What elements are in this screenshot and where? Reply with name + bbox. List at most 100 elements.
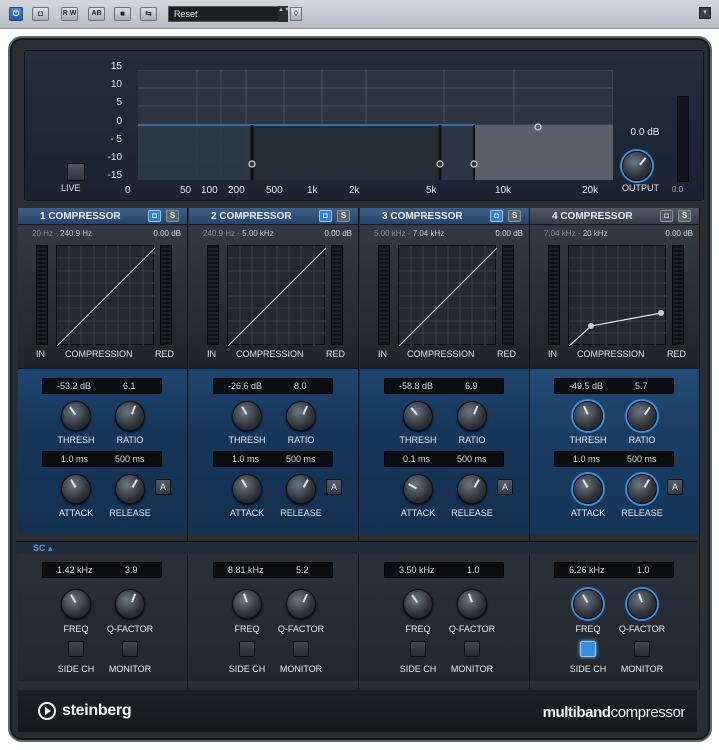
band-bypass-button[interactable]: ◘ — [319, 210, 332, 222]
band-gain-value[interactable]: 0.00 dB — [153, 229, 181, 238]
ratio-knob[interactable] — [115, 401, 145, 431]
ratio-knob[interactable] — [457, 401, 487, 431]
auto-release-button[interactable]: A — [667, 479, 683, 495]
power-icon[interactable]: ⏻ — [9, 7, 23, 21]
monitor-checkbox[interactable] — [464, 641, 480, 657]
release-value[interactable]: 500 ms — [627, 454, 657, 464]
freq-low[interactable]: 20 Hz — [32, 229, 53, 238]
band-graph[interactable] — [138, 70, 613, 180]
release-value[interactable]: 500 ms — [457, 454, 487, 464]
sc-freq-knob[interactable] — [61, 589, 91, 619]
sc-q-knob[interactable] — [286, 589, 316, 619]
monitor-checkbox[interactable] — [293, 641, 309, 657]
attack-release-values[interactable]: 1.0 ms 500 ms — [42, 451, 162, 467]
freq-low[interactable]: 7.04 kHz — [544, 229, 576, 238]
band-bypass-button[interactable]: ◘ — [660, 210, 673, 222]
sidechain-section-header[interactable]: SC ▴ — [16, 541, 697, 554]
attack-release-values[interactable]: 1.0 ms 500 ms — [554, 451, 674, 467]
thresh-value[interactable]: -53.2 dB — [57, 381, 91, 391]
auto-release-button[interactable]: A — [497, 479, 513, 495]
ratio-value[interactable]: 6.1 — [123, 381, 136, 391]
sc-q-knob[interactable] — [457, 589, 487, 619]
attack-value[interactable]: 1.0 ms — [232, 454, 259, 464]
freq-low[interactable]: 240.9 Hz — [203, 229, 235, 238]
preset-menu-icon[interactable]: ◊ — [290, 7, 302, 21]
freq-high[interactable]: 240.9 Hz — [60, 229, 92, 238]
thresh-knob[interactable] — [403, 401, 433, 431]
auto-release-button[interactable]: A — [155, 479, 171, 495]
freq-low[interactable]: 5.00 kHz — [374, 229, 406, 238]
attack-value[interactable]: 0.1 ms — [403, 454, 430, 464]
sc-freq-knob[interactable] — [403, 589, 433, 619]
auto-release-button[interactable]: A — [326, 479, 342, 495]
band-gain-value[interactable]: 0.00 dB — [665, 229, 693, 238]
ratio-knob[interactable] — [286, 401, 316, 431]
attack-value[interactable]: 1.0 ms — [61, 454, 88, 464]
live-button[interactable] — [67, 163, 85, 181]
sc-freq-value[interactable]: 3.50 kHz — [399, 565, 435, 575]
side-chain-checkbox[interactable] — [580, 641, 596, 657]
ratio-value[interactable]: 8.0 — [294, 381, 307, 391]
release-value[interactable]: 500 ms — [115, 454, 145, 464]
sc-freq-knob[interactable] — [232, 589, 262, 619]
sc-freq-value[interactable]: 1.42 kHz — [57, 565, 93, 575]
compression-curve[interactable] — [56, 245, 156, 347]
swap-button[interactable]: ⇆ — [140, 7, 157, 21]
attack-knob[interactable] — [573, 474, 603, 504]
attack-value[interactable]: 1.0 ms — [573, 454, 600, 464]
thresh-knob[interactable] — [232, 401, 262, 431]
freq-high[interactable]: 20 kHz — [583, 229, 608, 238]
band-bypass-button[interactable]: ◘ — [490, 210, 503, 222]
sc-q-value[interactable]: 1.0 — [637, 565, 650, 575]
thresh-ratio-values[interactable]: -53.2 dB 6.1 — [42, 378, 162, 394]
ab-compare-button[interactable]: AB — [88, 7, 105, 21]
release-value[interactable]: 500 ms — [286, 454, 316, 464]
ratio-knob[interactable] — [627, 401, 657, 431]
thresh-knob[interactable] — [573, 401, 603, 431]
monitor-checkbox[interactable] — [122, 641, 138, 657]
collapse-icon[interactable]: ▾ — [699, 7, 711, 19]
band-gain-value[interactable]: 0.00 dB — [495, 229, 523, 238]
preset-arrows-icon[interactable]: ▲▼ — [278, 6, 290, 22]
compression-curve[interactable] — [568, 245, 667, 347]
sc-q-knob[interactable] — [627, 589, 657, 619]
band-solo-button[interactable]: S — [508, 210, 521, 222]
attack-knob[interactable] — [232, 474, 262, 504]
record-button[interactable]: ■ — [114, 7, 131, 21]
sc-freq-q-values[interactable]: 6.26 kHz 1.0 — [554, 562, 674, 578]
attack-release-values[interactable]: 1.0 ms 500 ms — [213, 451, 333, 467]
read-write-button[interactable]: R W — [61, 7, 78, 21]
thresh-ratio-values[interactable]: -49.5 dB 5.7 — [554, 378, 674, 394]
sc-q-value[interactable]: 5.2 — [296, 565, 309, 575]
band-gain-value[interactable]: 0.00 dB — [324, 229, 352, 238]
sc-freq-knob[interactable] — [573, 589, 603, 619]
thresh-value[interactable]: -26.6 dB — [228, 381, 262, 391]
side-chain-checkbox[interactable] — [68, 641, 84, 657]
release-knob[interactable] — [115, 474, 145, 504]
band-solo-button[interactable]: S — [166, 210, 179, 222]
sc-freq-q-values[interactable]: 8.81 kHz 5.2 — [213, 562, 333, 578]
band-solo-button[interactable]: S — [337, 210, 350, 222]
band-bypass-button[interactable]: ◘ — [148, 210, 161, 222]
compression-curve[interactable] — [227, 245, 327, 347]
sc-q-knob[interactable] — [115, 589, 145, 619]
thresh-value[interactable]: -49.5 dB — [569, 381, 603, 391]
bypass-toggle-button[interactable]: ◘ — [32, 7, 49, 21]
sc-q-value[interactable]: 1.0 — [467, 565, 480, 575]
output-knob[interactable] — [622, 151, 652, 181]
release-knob[interactable] — [286, 474, 316, 504]
thresh-knob[interactable] — [61, 401, 91, 431]
sc-freq-value[interactable]: 8.81 kHz — [228, 565, 264, 575]
ratio-value[interactable]: 6.9 — [465, 381, 478, 391]
release-knob[interactable] — [457, 474, 487, 504]
sc-q-value[interactable]: 3.9 — [125, 565, 138, 575]
freq-high[interactable]: 5.00 kHz — [242, 229, 274, 238]
sc-freq-q-values[interactable]: 3.50 kHz 1.0 — [384, 562, 504, 578]
monitor-checkbox[interactable] — [634, 641, 650, 657]
attack-knob[interactable] — [61, 474, 91, 504]
attack-release-values[interactable]: 0.1 ms 500 ms — [384, 451, 504, 467]
sc-freq-value[interactable]: 6.26 kHz — [569, 565, 605, 575]
release-knob[interactable] — [627, 474, 657, 504]
sc-freq-q-values[interactable]: 1.42 kHz 3.9 — [42, 562, 162, 578]
ratio-value[interactable]: 5.7 — [635, 381, 648, 391]
